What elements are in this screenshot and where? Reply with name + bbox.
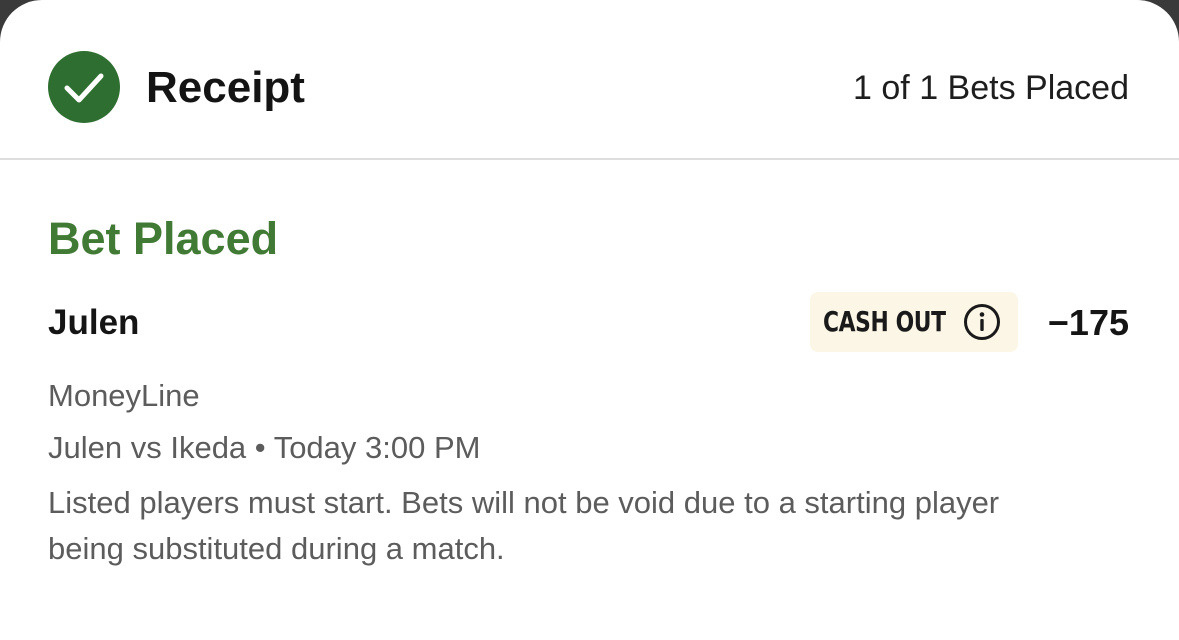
receipt-title: Receipt <box>146 63 305 112</box>
receipt-sheet: Receipt 1 of 1 Bets Placed Bet Placed Ju… <box>0 0 1179 640</box>
bet-event: Julen vs Ikeda • Today 3:00 PM <box>48 430 481 465</box>
info-icon[interactable] <box>963 303 1001 341</box>
receipt-header: Receipt 1 of 1 Bets Placed <box>0 0 1179 160</box>
bet-odds: −175 <box>1047 302 1129 343</box>
bet-rules: Listed players must start. Bets will not… <box>48 485 1000 566</box>
bet-selection: Julen <box>48 303 140 342</box>
bet-market: MoneyLine <box>48 378 200 413</box>
cash-out-badge[interactable]: CASH OUT <box>810 292 1018 352</box>
bets-placed-count: 1 of 1 Bets Placed <box>853 69 1129 107</box>
cash-out-label: CASH OUT <box>823 305 946 338</box>
bet-status: Bet Placed <box>48 213 279 264</box>
check-circle-icon <box>48 51 120 123</box>
